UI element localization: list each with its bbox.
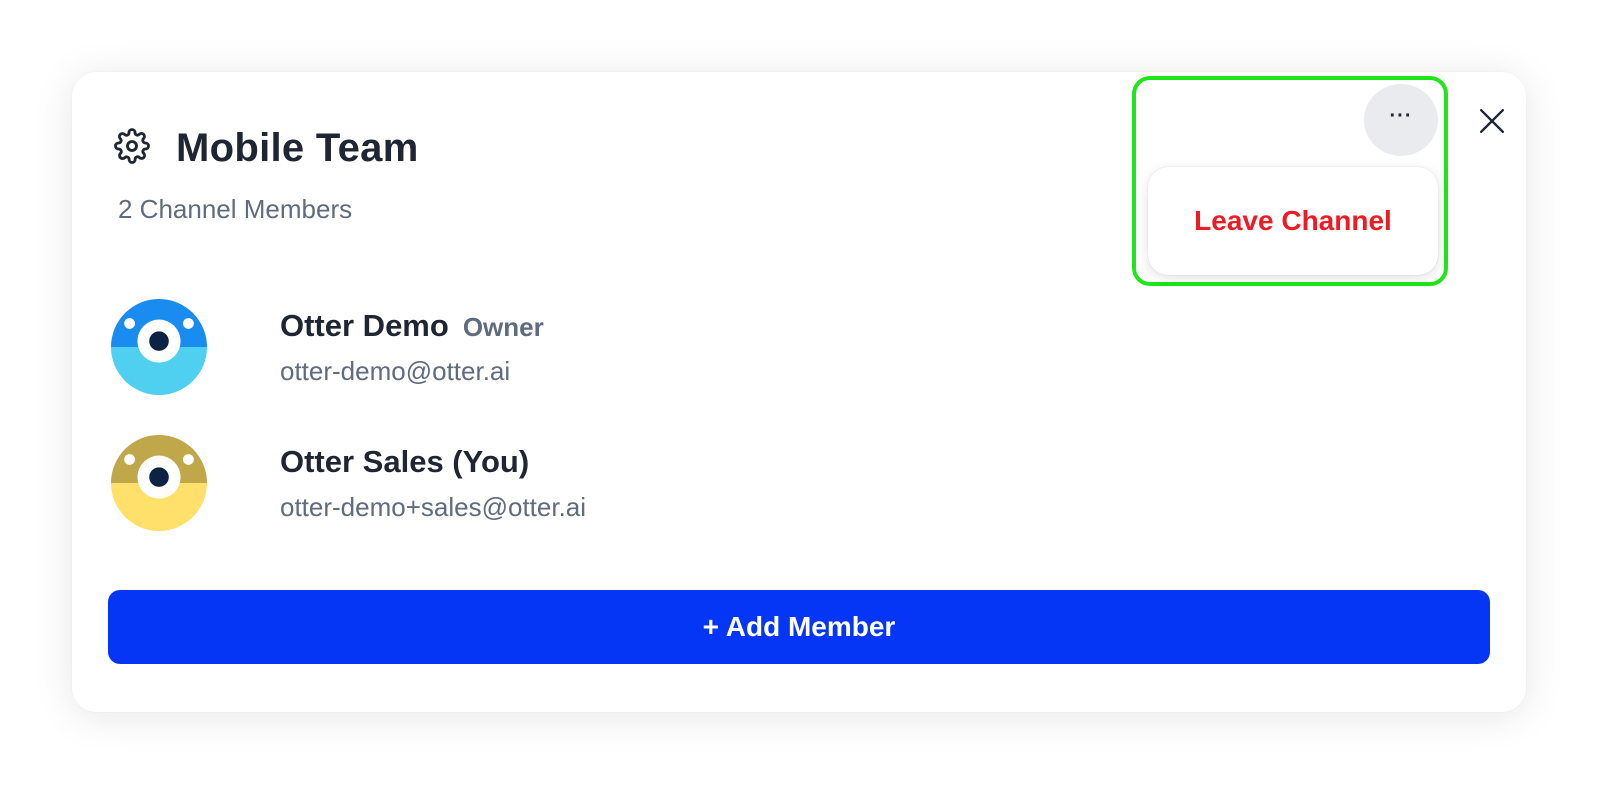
member-list-item: Otter Demo Owner otter-demo@otter.ai <box>110 298 810 398</box>
otter-avatar-blue <box>110 298 208 396</box>
member-role-badge: Owner <box>462 312 544 342</box>
close-icon[interactable] <box>1479 108 1505 134</box>
member-email: otter-demo@otter.ai <box>280 356 511 386</box>
otter-avatar-yellow <box>110 434 208 532</box>
member-name: Otter Sales (You) <box>280 442 529 482</box>
add-member-button[interactable]: + Add Member <box>108 590 1490 664</box>
member-name-text: Otter Demo <box>280 308 449 343</box>
channel-member-count: 2 Channel Members <box>118 194 353 224</box>
more-horizontal-icon[interactable]: ··· <box>1364 84 1438 156</box>
page-backdrop: Mobile Team 2 Channel Members Otter Demo… <box>0 0 1600 785</box>
member-name-text: Otter Sales (You) <box>280 444 530 479</box>
gear-icon[interactable] <box>114 128 150 164</box>
member-name: Otter Demo Owner <box>280 306 544 347</box>
member-email: otter-demo+sales@otter.ai <box>280 492 587 522</box>
member-list-item: Otter Sales (You) otter-demo+sales@otter… <box>110 434 810 534</box>
channel-title: Mobile Team <box>176 126 419 170</box>
channel-options-menu: Leave Channel <box>1148 167 1438 275</box>
leave-channel-menu-item[interactable]: Leave Channel <box>1148 167 1438 275</box>
